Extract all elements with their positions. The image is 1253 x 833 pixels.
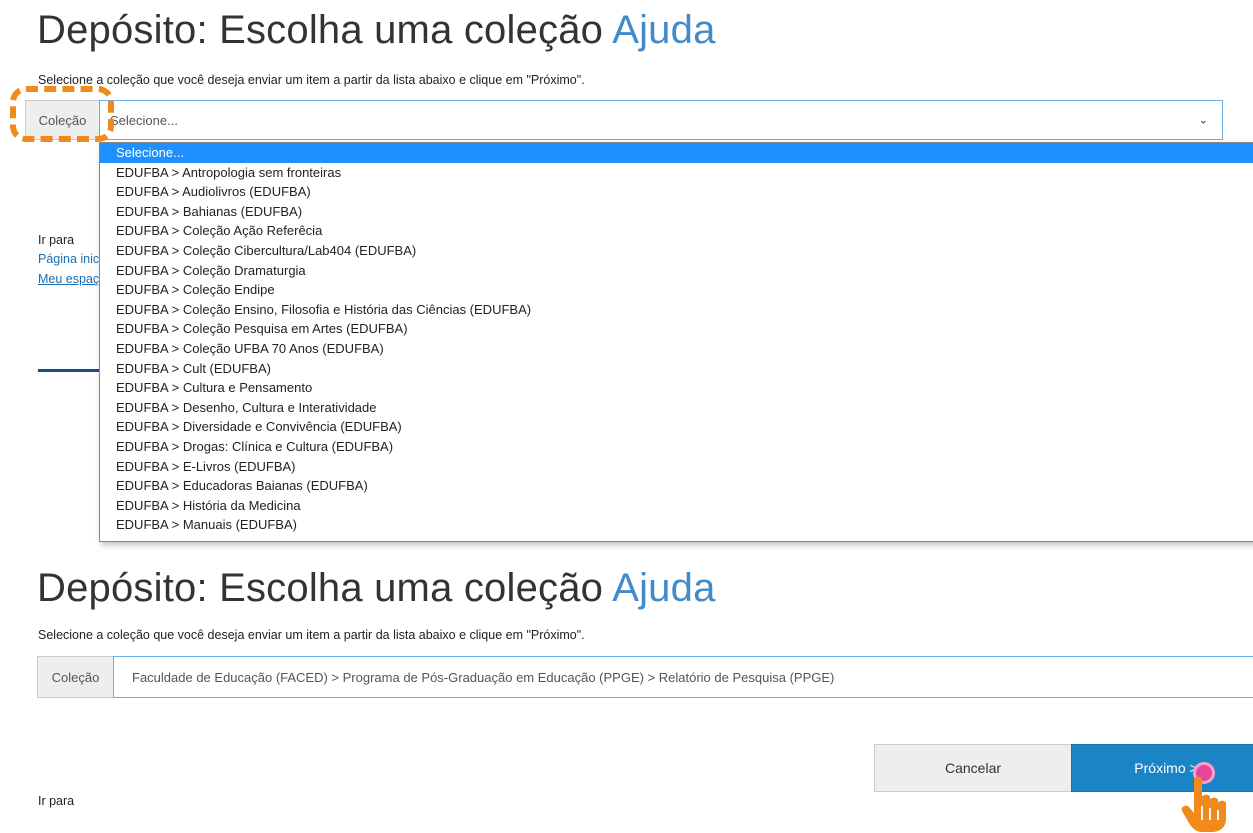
collection-label-bottom: Coleção: [37, 656, 114, 698]
collection-select-bottom[interactable]: Faculdade de Educação (FACED) > Programa…: [113, 656, 1253, 698]
dropdown-option[interactable]: EDUFBA > Coleção Endipe: [100, 280, 1253, 300]
dropdown-option[interactable]: EDUFBA > Cult (EDUFBA): [100, 359, 1253, 379]
page: Depósito: Escolha uma coleção Ajuda Sele…: [0, 0, 1253, 833]
instruction-text-bottom: Selecione a coleção que você deseja envi…: [38, 628, 585, 642]
highlight-ring: [10, 86, 114, 142]
dropdown-option-selected[interactable]: Selecione...: [100, 143, 1253, 163]
dropdown-option[interactable]: EDUFBA > Educadoras Baianas (EDUFBA): [100, 476, 1253, 496]
dropdown-option[interactable]: EDUFBA > História da Medicina: [100, 496, 1253, 516]
dropdown-option[interactable]: EDUFBA > E-Livros (EDUFBA): [100, 457, 1253, 477]
dropdown-option[interactable]: EDUFBA > Bahianas (EDUFBA): [100, 202, 1253, 222]
dropdown-option[interactable]: EDUFBA > Manuais (EDUFBA): [100, 515, 1253, 535]
dropdown-option[interactable]: EDUFBA > Audiolivros (EDUFBA): [100, 182, 1253, 202]
dropdown-option[interactable]: EDUFBA > Coleção Ensino, Filosofia e His…: [100, 300, 1253, 320]
dropdown-option[interactable]: EDUFBA > Coleção Cibercultura/Lab404 (ED…: [100, 241, 1253, 261]
page-title-top: Depósito: Escolha uma coleção Ajuda: [37, 8, 716, 53]
page-title-text: Depósito: Escolha uma coleção: [37, 8, 613, 52]
dropdown-options: Selecione... EDUFBA > Antropologia sem fr…: [100, 143, 1253, 535]
cancel-button[interactable]: Cancelar: [874, 744, 1072, 792]
goto-label-top: Ir para: [38, 233, 75, 247]
dropdown-option[interactable]: EDUFBA > Diversidade e Convivência (EDUF…: [100, 417, 1253, 437]
collection-dropdown-list[interactable]: Selecione... EDUFBA > Antropologia sem fr…: [99, 142, 1253, 542]
dropdown-option[interactable]: EDUFBA > Desenho, Cultura e Interativida…: [100, 398, 1253, 418]
dropdown-option[interactable]: EDUFBA > Coleção Ação Referêcia: [100, 221, 1253, 241]
help-link[interactable]: Ajuda: [612, 566, 715, 610]
chevron-down-icon: ⌄: [1198, 114, 1208, 127]
link-myspace[interactable]: Meu espaço: [38, 272, 106, 286]
page-title-text: Depósito: Escolha uma coleção: [37, 566, 613, 610]
select-value: Faculdade de Educação (FACED) > Programa…: [132, 669, 835, 685]
dropdown-option[interactable]: EDUFBA > Cultura e Pensamento: [100, 378, 1253, 398]
page-title-bottom: Depósito: Escolha uma coleção Ajuda: [37, 566, 716, 611]
dropdown-option[interactable]: EDUFBA > Coleção Dramaturgia: [100, 261, 1253, 281]
select-value: Selecione...: [110, 112, 178, 128]
dropdown-option[interactable]: EDUFBA > Coleção UFBA 70 Anos (EDUFBA): [100, 339, 1253, 359]
dropdown-option[interactable]: EDUFBA > Antropologia sem fronteiras: [100, 163, 1253, 183]
instruction-text-top: Selecione a coleção que você deseja envi…: [38, 73, 585, 87]
hand-pointer-icon: [1181, 776, 1226, 832]
help-link[interactable]: Ajuda: [612, 8, 715, 52]
dropdown-option[interactable]: EDUFBA > Coleção Pesquisa em Artes (EDUF…: [100, 319, 1253, 339]
collection-select-top[interactable]: Selecione... ⌄: [99, 100, 1223, 140]
goto-label-bottom: Ir para: [38, 794, 75, 808]
footer-divider: [38, 369, 108, 372]
dropdown-option[interactable]: EDUFBA > Drogas: Clínica e Cultura (EDUF…: [100, 437, 1253, 457]
